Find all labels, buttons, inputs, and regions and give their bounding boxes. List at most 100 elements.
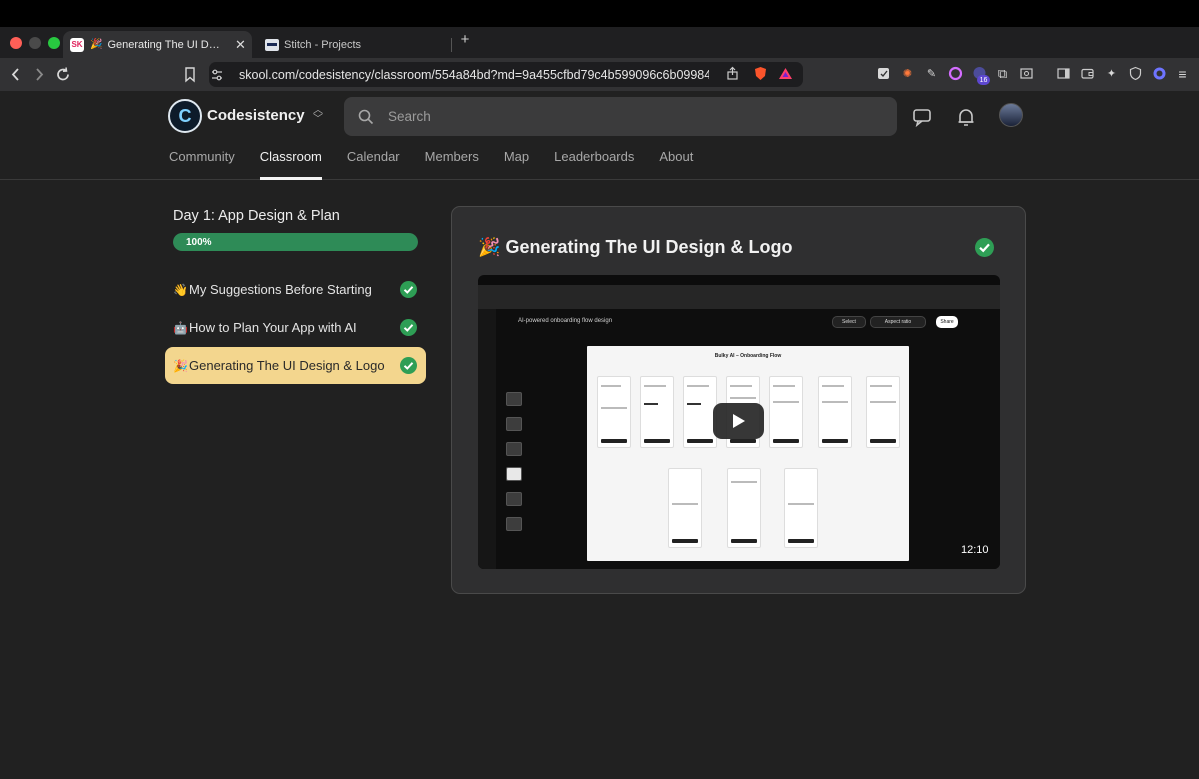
completed-check-icon xyxy=(400,281,417,298)
leo-ai-icon[interactable]: ✦ xyxy=(1104,66,1119,81)
lesson-emoji: 👋 xyxy=(173,282,188,297)
screenshot-icon[interactable] xyxy=(1019,66,1034,81)
address-bar[interactable]: skool.com/codesistency/classroom/554a84b… xyxy=(209,62,803,87)
mini-screen xyxy=(727,468,761,548)
community-switcher-icon[interactable]: ︿ ﹀ xyxy=(311,106,325,126)
bookmark-icon[interactable] xyxy=(184,66,196,83)
zoom-window-button[interactable] xyxy=(48,37,60,49)
mini-screen xyxy=(683,376,717,448)
mini-screen xyxy=(668,468,702,548)
skool-favicon-icon: SK xyxy=(70,37,84,52)
lesson-title: 🎉 Generating The UI Design & Logo xyxy=(478,237,792,258)
lesson-item[interactable]: 👋 My Suggestions Before Starting xyxy=(165,271,426,308)
play-icon xyxy=(732,414,745,428)
community-logo[interactable]: C xyxy=(168,99,202,133)
screen-top-bar xyxy=(0,0,1199,27)
site-settings-icon[interactable] xyxy=(210,68,224,82)
menu-icon[interactable]: ≡ xyxy=(1175,66,1190,82)
nav-members[interactable]: Members xyxy=(425,149,479,180)
chat-icon[interactable] xyxy=(911,106,933,128)
community-name[interactable]: Codesistency xyxy=(207,107,305,124)
lesson-label: How to Plan Your App with AI xyxy=(189,320,357,335)
nav-calendar[interactable]: Calendar xyxy=(347,149,400,180)
completed-check-icon xyxy=(400,357,417,374)
share-icon[interactable] xyxy=(725,66,740,81)
lesson-complete-check-icon[interactable] xyxy=(975,238,994,257)
mini-screen xyxy=(640,376,674,448)
video-frame-app-title: AI-powered onboarding flow design xyxy=(518,318,613,324)
video-frame-share: Share xyxy=(936,316,958,328)
back-icon[interactable] xyxy=(9,66,23,83)
extension-sparkle-icon[interactable]: ✺ xyxy=(900,66,915,81)
video-frame-thumb xyxy=(506,517,522,531)
community-nav: Community Classroom Calendar Members Map… xyxy=(169,149,718,180)
extension-note-icon[interactable] xyxy=(876,66,891,81)
video-frame-canvas-title: Bulky AI – Onboarding Flow xyxy=(714,353,782,359)
new-tab-button[interactable]: + xyxy=(457,31,473,48)
extension-ring-icon[interactable] xyxy=(948,66,963,81)
reload-icon[interactable] xyxy=(55,66,71,83)
video-frame-thumb xyxy=(506,492,522,506)
url-text[interactable]: skool.com/codesistency/classroom/554a84b… xyxy=(239,68,709,82)
skool-page: C Codesistency ︿﹀ Community Classroom Ca… xyxy=(0,91,1199,779)
brave-rewards-icon[interactable] xyxy=(778,66,793,81)
lesson-label: Generating The UI Design & Logo xyxy=(189,358,385,373)
mini-screen xyxy=(597,376,631,448)
video-frame-thumb xyxy=(506,442,522,456)
module-title[interactable]: Day 1: App Design & Plan xyxy=(173,208,340,224)
lesson-title-emoji: 🎉 xyxy=(478,237,501,257)
extension-badge: 16 xyxy=(977,75,990,85)
stitch-favicon-icon xyxy=(265,38,279,51)
lesson-emoji: 🤖 xyxy=(173,320,188,335)
wallet-icon[interactable] xyxy=(1080,66,1095,81)
completed-check-icon xyxy=(400,319,417,336)
nav-classroom[interactable]: Classroom xyxy=(259,149,323,180)
video-frame-browser-chrome xyxy=(478,285,1000,309)
progress-label: 100% xyxy=(186,236,212,248)
video-frame-aspect: Aspect ratio xyxy=(870,316,926,328)
profile-icon[interactable] xyxy=(1152,66,1167,81)
video-player[interactable]: AI-powered onboarding flow design Select… xyxy=(478,275,1000,569)
module-progress-bar: 100% xyxy=(173,233,418,251)
notifications-bell-icon[interactable] xyxy=(955,106,977,128)
mini-screen xyxy=(866,376,900,448)
nav-about[interactable]: About xyxy=(659,149,693,180)
brave-shield-icon[interactable] xyxy=(753,66,768,81)
forward-icon[interactable] xyxy=(32,66,46,83)
mini-screen xyxy=(784,468,818,548)
video-frame-select: Select xyxy=(832,316,866,328)
video-duration: 12:10 xyxy=(961,544,989,556)
search-input[interactable] xyxy=(388,109,868,124)
video-frame-sidebar xyxy=(478,309,496,569)
mini-screen xyxy=(769,376,803,448)
tab-separator xyxy=(451,38,452,52)
sidebar-toggle-icon[interactable] xyxy=(1056,66,1071,81)
search-bar[interactable] xyxy=(344,97,897,136)
vpn-shield-icon[interactable] xyxy=(1128,66,1143,81)
mini-screen xyxy=(818,376,852,448)
community-header: C Codesistency ︿﹀ Community Classroom Ca… xyxy=(0,91,1199,180)
video-play-button[interactable] xyxy=(713,403,764,439)
extension-pen-icon[interactable]: ✎ xyxy=(924,66,939,81)
lesson-item-active[interactable]: 🎉 Generating The UI Design & Logo xyxy=(165,347,426,384)
extensions-puzzle-icon[interactable]: ⧉ xyxy=(995,66,1010,81)
browser-tab-stitch[interactable]: Stitch - Projects xyxy=(257,31,447,58)
close-window-button[interactable] xyxy=(10,37,22,49)
nav-leaderboards[interactable]: Leaderboards xyxy=(554,149,634,180)
lesson-emoji: 🎉 xyxy=(173,358,188,373)
video-frame-thumb xyxy=(506,467,522,481)
video-frame-thumb xyxy=(506,392,522,406)
lesson-item[interactable]: 🤖 How to Plan Your App with AI xyxy=(165,309,426,346)
minimize-window-button[interactable] xyxy=(29,37,41,49)
user-avatar[interactable] xyxy=(999,103,1023,127)
lesson-label: My Suggestions Before Starting xyxy=(189,282,372,297)
tab-title: Generating The UI Design & Logo xyxy=(107,38,225,51)
video-frame-thumb xyxy=(506,417,522,431)
nav-community[interactable]: Community xyxy=(169,149,235,180)
close-tab-icon[interactable]: ✕ xyxy=(233,37,247,53)
lesson-title-text: Generating The UI Design & Logo xyxy=(505,237,793,257)
lesson-content-card: 🎉 Generating The UI Design & Logo AI-pow… xyxy=(451,206,1026,594)
browser-tab-active[interactable]: SK 🎉 Generating The UI Design & Logo ✕ xyxy=(63,31,252,58)
nav-map[interactable]: Map xyxy=(504,149,529,180)
browser-tab-strip: SK 🎉 Generating The UI Design & Logo ✕ S… xyxy=(0,27,1199,58)
